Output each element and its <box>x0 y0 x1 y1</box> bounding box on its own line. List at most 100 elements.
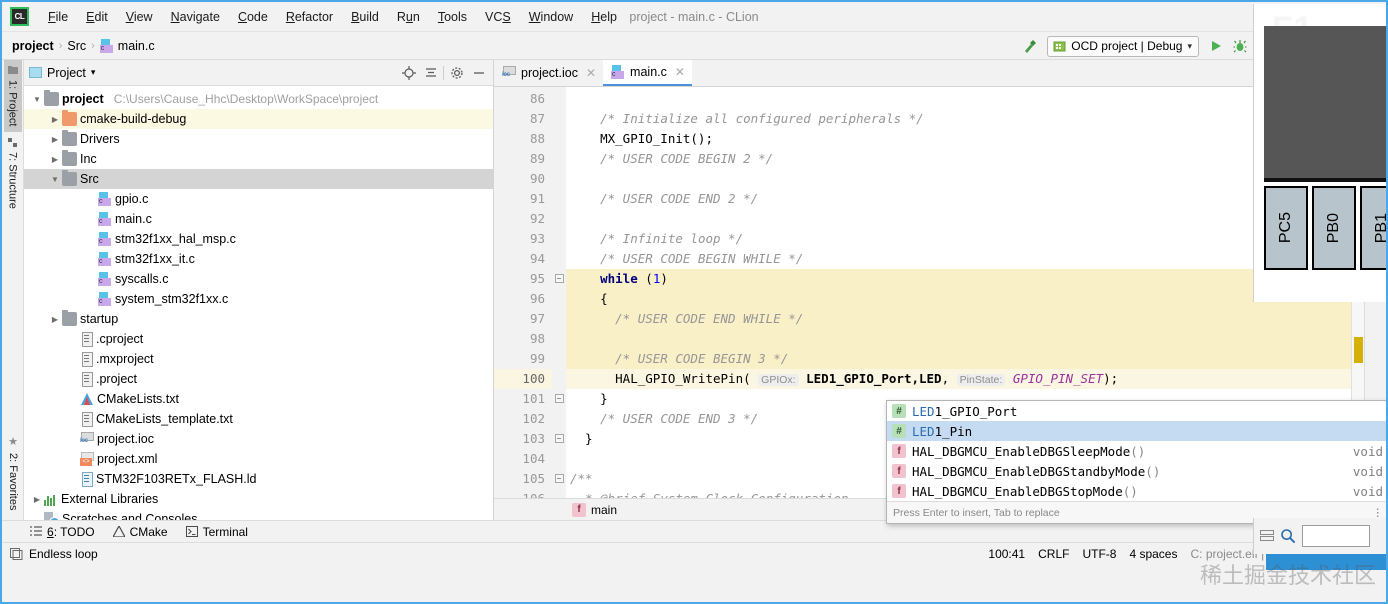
chip-pin[interactable]: PB0 <box>1312 186 1356 270</box>
menu-item-vcs[interactable]: VCS <box>476 6 520 28</box>
fold-toggle[interactable]: − <box>552 389 566 409</box>
menu-item-navigate[interactable]: Navigate <box>162 6 229 28</box>
overlay-search-input[interactable] <box>1302 525 1370 547</box>
sidebar-tab-favorites[interactable]: ★ 2: Favorites <box>4 429 22 516</box>
menu-item-view[interactable]: View <box>117 6 162 28</box>
menu-item-window[interactable]: Window <box>520 6 582 28</box>
run-icon[interactable] <box>1205 35 1227 57</box>
tree-item[interactable]: CMakeLists_template.txt <box>24 409 493 429</box>
tree-item[interactable]: STM32F103RETx_FLASH.ld <box>24 469 493 489</box>
autocomplete-item[interactable]: fHAL_DBGMCU_EnableDBGStandbyMode()void <box>887 461 1388 481</box>
tree-item[interactable]: .project <box>24 369 493 389</box>
tree-item[interactable]: main.c <box>24 209 493 229</box>
code-line[interactable]: { <box>566 289 1351 309</box>
hide-panel-icon[interactable] <box>469 63 488 82</box>
code-line[interactable] <box>566 329 1351 349</box>
tree-item[interactable]: ▶External Libraries <box>24 489 493 509</box>
autocomplete-menu-icon[interactable]: ⋮ <box>1373 507 1384 519</box>
menu-item-file[interactable]: File <box>39 6 77 28</box>
debug-icon[interactable] <box>1229 35 1251 57</box>
autocomplete-popup[interactable]: #LED1_GPIO_Port#LED1_PinfHAL_DBGMCU_Enab… <box>886 400 1388 524</box>
project-panel-title-group[interactable]: Project ▾ <box>29 66 95 80</box>
code-line[interactable] <box>566 89 1351 109</box>
code-line[interactable]: /* USER CODE END 2 */ <box>566 189 1351 209</box>
caret-position[interactable]: 100:41 <box>988 547 1025 561</box>
settings-gear-icon[interactable] <box>447 63 466 82</box>
code-line[interactable] <box>566 209 1351 229</box>
code-line[interactable]: /* USER CODE BEGIN 2 */ <box>566 149 1351 169</box>
file-encoding[interactable]: UTF-8 <box>1082 547 1116 561</box>
fold-toggle[interactable]: − <box>552 269 566 289</box>
run-configuration-selector[interactable]: OCD project | Debug ▾ <box>1047 36 1199 57</box>
chevron-right-icon[interactable]: ▶ <box>48 115 62 124</box>
line-separator[interactable]: CRLF <box>1038 547 1069 561</box>
tree-item[interactable]: .mxproject <box>24 349 493 369</box>
build-hammer-icon[interactable] <box>1019 35 1041 57</box>
collapse-all-icon[interactable] <box>421 63 440 82</box>
chevron-right-icon[interactable]: ▶ <box>48 155 62 164</box>
tree-item[interactable]: CMakeLists.txt <box>24 389 493 409</box>
menu-item-refactor[interactable]: Refactor <box>277 6 342 28</box>
menu-item-code[interactable]: Code <box>229 6 277 28</box>
tree-item[interactable]: ▶startup <box>24 309 493 329</box>
tree-item[interactable]: Scratches and Consoles <box>24 509 493 520</box>
chip-pin[interactable]: PC5 <box>1264 186 1308 270</box>
autocomplete-item[interactable]: fHAL_DBGMCU_EnableDBGStopMode()void <box>887 481 1388 501</box>
menu-item-help[interactable]: Help <box>582 6 626 28</box>
editor-tab-project-ioc[interactable]: project.ioc ✕ <box>494 60 603 86</box>
menu-item-build[interactable]: Build <box>342 6 388 28</box>
chevron-right-icon[interactable]: ▶ <box>48 135 62 144</box>
menu-item-edit[interactable]: Edit <box>77 6 117 28</box>
code-line[interactable]: while (1) <box>566 269 1351 289</box>
menu-item-run[interactable]: Run <box>388 6 429 28</box>
chevron-right-icon[interactable]: ▶ <box>48 315 62 324</box>
sidebar-tab-structure[interactable]: 7: Structure <box>4 132 22 215</box>
chip-pin[interactable]: PB1 <box>1360 186 1386 270</box>
code-line[interactable]: /* Infinite loop */ <box>566 229 1351 249</box>
close-tab-icon[interactable]: ✕ <box>586 66 596 80</box>
autocomplete-item[interactable]: #LED1_Pin <box>887 421 1388 441</box>
project-tree[interactable]: ▼projectC:\Users\Cause_Hhc\Desktop\WorkS… <box>24 86 493 520</box>
tool-window-terminal[interactable]: Terminal <box>186 525 248 539</box>
autocomplete-item[interactable]: #LED1_GPIO_Port <box>887 401 1388 421</box>
fold-toggle[interactable]: − <box>552 469 566 489</box>
tree-item[interactable]: system_stm32f1xx.c <box>24 289 493 309</box>
chevron-down-icon[interactable]: ▼ <box>48 175 62 184</box>
code-line[interactable]: /* USER CODE END WHILE */ <box>566 309 1351 329</box>
tree-item[interactable]: syscalls.c <box>24 269 493 289</box>
code-line[interactable]: MX_GPIO_Init(); <box>566 129 1351 149</box>
tool-window-cmake[interactable]: CMake <box>113 525 168 539</box>
code-folding-gutter[interactable]: − − − − <box>552 87 566 498</box>
editor-breadcrumb-symbol[interactable]: main <box>591 503 617 517</box>
tool-window-todo[interactable]: 6: TODO <box>30 525 95 539</box>
tree-item[interactable]: stm32f1xx_it.c <box>24 249 493 269</box>
close-tab-icon[interactable]: ✕ <box>675 65 685 79</box>
code-line[interactable] <box>566 169 1351 189</box>
breadcrumb-file[interactable]: main.c <box>100 39 155 53</box>
indent-setting[interactable]: 4 spaces <box>1129 547 1177 561</box>
autocomplete-item[interactable]: fHAL_DBGMCU_EnableDBGSleepMode()void <box>887 441 1388 461</box>
code-line[interactable]: /* USER CODE BEGIN WHILE */ <box>566 249 1351 269</box>
chevron-right-icon[interactable]: ▶ <box>30 495 44 504</box>
menu-item-tools[interactable]: Tools <box>429 6 476 28</box>
code-line[interactable]: /* USER CODE BEGIN 3 */ <box>566 349 1351 369</box>
tree-item[interactable]: project.xml <box>24 449 493 469</box>
tree-item[interactable]: ▼Src <box>24 169 493 189</box>
tree-item[interactable]: gpio.c <box>24 189 493 209</box>
tree-item[interactable]: ▶cmake-build-debug <box>24 109 493 129</box>
tree-item[interactable]: ▼projectC:\Users\Cause_Hhc\Desktop\WorkS… <box>24 89 493 109</box>
tree-item[interactable]: ▶Drivers <box>24 129 493 149</box>
breadcrumb-folder[interactable]: Src <box>67 39 86 53</box>
tree-item[interactable]: ▶Inc <box>24 149 493 169</box>
locate-icon[interactable] <box>399 63 418 82</box>
fold-toggle[interactable]: − <box>552 429 566 449</box>
sidebar-tab-project[interactable]: 1: Project <box>4 60 22 132</box>
tree-item[interactable]: project.ioc <box>24 429 493 449</box>
breadcrumb-project[interactable]: project <box>12 39 54 53</box>
tree-item[interactable]: .cproject <box>24 329 493 349</box>
search-icon[interactable] <box>1280 528 1296 544</box>
tree-item[interactable]: stm32f1xx_hal_msp.c <box>24 229 493 249</box>
chevron-down-icon[interactable]: ▼ <box>30 95 44 104</box>
code-line[interactable]: HAL_GPIO_WritePin( GPIOx: LED1_GPIO_Port… <box>566 369 1351 389</box>
code-line[interactable]: /* Initialize all configured peripherals… <box>566 109 1351 129</box>
